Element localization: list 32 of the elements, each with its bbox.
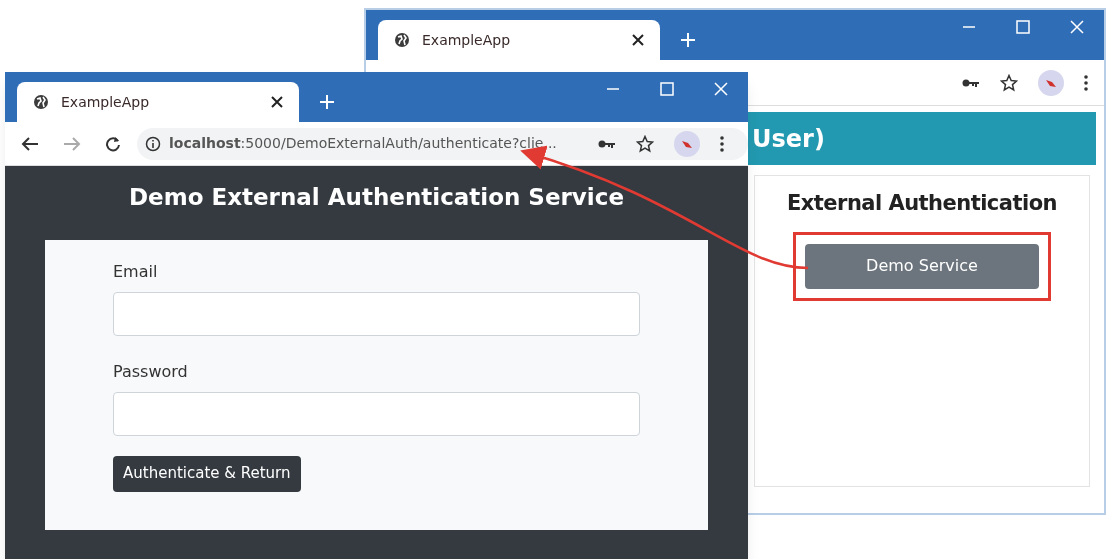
banner-text: User) xyxy=(752,123,825,155)
tab-title: ExampleApp xyxy=(422,30,512,50)
close-icon[interactable] xyxy=(632,34,644,46)
new-tab-icon[interactable] xyxy=(680,32,696,48)
field-label: Password xyxy=(113,360,189,383)
new-tab-icon[interactable] xyxy=(319,94,335,110)
field-label: Email xyxy=(113,260,159,283)
avatar-icon[interactable] xyxy=(674,130,700,157)
close-window-icon[interactable] xyxy=(714,82,728,96)
menu-icon[interactable] xyxy=(1084,74,1088,91)
address-bar[interactable]: localhost:5000/DemoExternalAuth/authenticate?clie... xyxy=(137,127,748,160)
close-window-icon[interactable] xyxy=(1070,20,1084,34)
maximize-icon[interactable] xyxy=(1016,20,1030,34)
page-heading: Demo External Authentication Service xyxy=(129,183,624,212)
demo-service-button[interactable]: Demo Service xyxy=(805,243,1039,289)
url-text: localhost:5000/DemoExternalAuth/authenticate?clie... xyxy=(169,134,558,153)
star-icon[interactable] xyxy=(1000,73,1018,92)
browser-tab[interactable]: ExampleApp xyxy=(378,20,660,60)
info-icon xyxy=(145,135,161,152)
close-icon[interactable] xyxy=(271,96,283,108)
authenticate-button[interactable]: Authenticate & Return xyxy=(113,455,301,492)
card-title: External Authentication xyxy=(787,190,1057,217)
input-field[interactable] xyxy=(113,391,640,436)
back-arrow-icon[interactable] xyxy=(21,135,39,152)
input-field[interactable] xyxy=(113,291,640,336)
avatar-icon[interactable] xyxy=(1038,69,1064,96)
tab-title: ExampleApp xyxy=(61,92,151,112)
star-icon[interactable] xyxy=(636,134,654,153)
reload-icon[interactable] xyxy=(105,135,121,152)
maximize-icon[interactable] xyxy=(660,82,674,96)
browser-tab[interactable]: ExampleApp xyxy=(17,82,299,122)
menu-icon[interactable] xyxy=(720,135,724,152)
